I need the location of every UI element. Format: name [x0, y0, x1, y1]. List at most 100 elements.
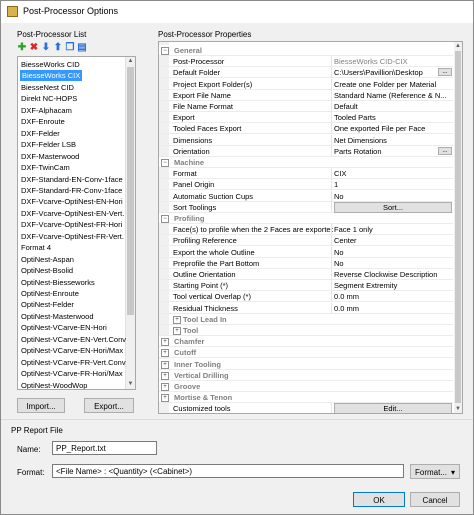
- list-item[interactable]: DXF-Masterwood: [21, 151, 79, 162]
- collapse-icon[interactable]: −: [161, 159, 169, 167]
- list-item[interactable]: Format 4: [21, 242, 51, 253]
- properties-grid[interactable]: ▲ ▼ − General Post-Processor BiesseWorks CI…: [158, 41, 463, 414]
- property-value[interactable]: 1: [334, 179, 452, 190]
- report-format-input[interactable]: <File Name> : <Quantity> (<Cabinet>): [52, 464, 404, 478]
- list-item[interactable]: OptiNest-VCarve-EN-Vert.Conv: [21, 334, 126, 345]
- list-item[interactable]: OptiNest-WoodWop: [21, 380, 87, 389]
- copy-icon[interactable]: ❐: [65, 42, 75, 53]
- add-icon[interactable]: ✚: [17, 42, 27, 53]
- property-row[interactable]: Residual Thickness 0.0 mm: [159, 302, 453, 314]
- property-row[interactable]: Sort Toolings Sort...: [159, 201, 453, 213]
- property-value[interactable]: Tooled Parts: [334, 112, 452, 123]
- move-up-icon[interactable]: ⬆: [53, 42, 63, 53]
- property-value[interactable]: CIX: [334, 168, 452, 179]
- list-item[interactable]: OptiNest-Enroute: [21, 288, 79, 299]
- import-button[interactable]: Import...: [17, 398, 65, 413]
- grid-scroll-thumb[interactable]: [455, 51, 461, 403]
- property-row[interactable]: Profiling Reference Center: [159, 235, 453, 247]
- list-item[interactable]: DXF-Standard-EN-Conv-1face: [21, 174, 123, 185]
- property-row[interactable]: Panel Origin 1: [159, 179, 453, 191]
- property-value[interactable]: Standard Name (Reference & N...: [334, 90, 452, 101]
- category-row[interactable]: + Chamfer: [159, 336, 453, 348]
- list-item[interactable]: DXF-Enroute: [21, 116, 65, 127]
- list-item[interactable]: OptiNest-Felder: [21, 299, 74, 310]
- collapse-icon[interactable]: −: [161, 47, 169, 55]
- property-value[interactable]: No: [334, 191, 452, 202]
- expand-icon[interactable]: +: [161, 360, 169, 369]
- property-row[interactable]: Tooled Faces Export One exported File per…: [159, 123, 453, 135]
- property-value[interactable]: No: [334, 247, 452, 258]
- subcategory-row[interactable]: + Tool: [159, 325, 453, 336]
- property-row[interactable]: Customized tools Edit...: [159, 403, 453, 413]
- property-row[interactable]: Format CIX: [159, 168, 453, 180]
- list-item[interactable]: DXF-Standard-FR-Conv-1face: [21, 185, 122, 196]
- edit-button[interactable]: Edit...: [334, 403, 452, 413]
- list-item[interactable]: DXF-Vcarve-OptiNest-FR-Hori: [21, 219, 122, 230]
- expand-icon[interactable]: +: [161, 338, 169, 347]
- property-value[interactable]: One exported File per Face: [334, 123, 452, 134]
- cancel-button[interactable]: Cancel: [410, 492, 460, 507]
- list-item[interactable]: BiesseWorks CIX: [20, 70, 83, 82]
- property-row[interactable]: Orientation Parts Rotation...: [159, 145, 453, 157]
- category-row[interactable]: − Profiling: [159, 213, 453, 224]
- export-button[interactable]: Export...: [84, 398, 134, 413]
- property-value[interactable]: Create one Folder per Material: [334, 79, 452, 90]
- property-row[interactable]: Export File Name Standard Name (Reference…: [159, 89, 453, 101]
- category-row[interactable]: − General: [159, 45, 453, 56]
- scroll-down-icon[interactable]: ▼: [454, 405, 462, 413]
- grid-scrollbar[interactable]: ▲ ▼: [454, 42, 462, 413]
- property-row[interactable]: Post-Processor BiesseWorks CID-CIX: [159, 56, 453, 68]
- delete-icon[interactable]: ✖: [29, 42, 39, 53]
- property-value[interactable]: 0.0 mm: [334, 291, 452, 302]
- property-row[interactable]: Face(s) to profile when the 2 Faces are …: [159, 224, 453, 236]
- list-item[interactable]: OptiNest-Aspan: [21, 254, 74, 265]
- list-item[interactable]: BiesseNest CID: [21, 82, 74, 93]
- expand-icon[interactable]: +: [161, 349, 169, 358]
- property-row[interactable]: Default Folder C:\Users\Pavillion\Desktop…: [159, 67, 453, 79]
- list-item[interactable]: BiesseWorks CID: [21, 59, 80, 70]
- property-row[interactable]: Tool vertical Overlap (*) 0.0 mm: [159, 291, 453, 303]
- scroll-up-icon[interactable]: ▲: [126, 57, 135, 66]
- property-row[interactable]: Export Tooled Parts: [159, 112, 453, 124]
- export-icon[interactable]: ▤: [77, 42, 87, 53]
- property-row[interactable]: Preprofile the Part Bottom No: [159, 257, 453, 269]
- subcategory-row[interactable]: + Tool Lead In: [159, 314, 453, 325]
- property-value[interactable]: Parts Rotation: [334, 146, 434, 157]
- list-item[interactable]: OptiNest-Bsolid: [21, 265, 73, 276]
- list-item[interactable]: DXF-Felder: [21, 128, 60, 139]
- list-scroll-thumb[interactable]: [127, 67, 134, 315]
- property-value[interactable]: Default: [334, 101, 452, 112]
- category-row[interactable]: + Mortise & Tenon: [159, 392, 453, 404]
- list-scrollbar[interactable]: ▲ ▼: [125, 57, 135, 389]
- category-row[interactable]: + Inner Tooling: [159, 358, 453, 370]
- list-item[interactable]: Direkt NC-HOPS: [21, 93, 77, 104]
- ok-button[interactable]: OK: [353, 492, 405, 507]
- category-row[interactable]: + Cutoff: [159, 347, 453, 359]
- scroll-up-icon[interactable]: ▲: [454, 42, 462, 50]
- expand-icon[interactable]: +: [161, 371, 169, 380]
- list-item[interactable]: DXF-Felder LSB: [21, 139, 76, 150]
- property-value[interactable]: Reverse Clockwise Description: [334, 269, 452, 280]
- list-item[interactable]: OptiNest-VCarve-EN-Hori/Max: [21, 345, 123, 356]
- property-value[interactable]: 0.0 mm: [334, 303, 452, 314]
- post-processor-list[interactable]: ▲ ▼ BiesseWorks CID BiesseWorks CIX Biesse…: [17, 56, 136, 390]
- list-item[interactable]: DXF-Vcarve-OptiNest-EN-Vert.: [21, 208, 124, 219]
- property-row[interactable]: Project Export Folder(s) Create one Folde…: [159, 78, 453, 90]
- list-item[interactable]: OptiNest-Biesseworks: [21, 277, 95, 288]
- report-name-input[interactable]: PP_Report.txt: [52, 441, 157, 455]
- property-value[interactable]: Net Dimensions: [334, 135, 452, 146]
- list-item[interactable]: OptiNest-VCarve-FR-Hori/Max: [21, 368, 123, 379]
- property-row[interactable]: Export the whole Outline No: [159, 246, 453, 258]
- list-item[interactable]: DXF-TwinCam: [21, 162, 70, 173]
- scroll-down-icon[interactable]: ▼: [126, 380, 135, 389]
- list-item[interactable]: OptiNest-Masterwood: [21, 311, 94, 322]
- expand-icon[interactable]: +: [161, 394, 169, 403]
- property-value[interactable]: Face 1 only: [334, 224, 452, 235]
- property-row[interactable]: File Name Format Default: [159, 101, 453, 112]
- list-item[interactable]: OptiNest-VCarve-FR-Vert.Conv: [21, 357, 126, 368]
- category-row[interactable]: − Machine: [159, 157, 453, 168]
- move-down-icon[interactable]: ⬇: [41, 42, 51, 53]
- category-row[interactable]: + Vertical Drilling: [159, 369, 453, 381]
- list-item[interactable]: DXF-Vcarve-OptiNest-FR-Vert.: [21, 231, 124, 242]
- collapse-icon[interactable]: −: [161, 215, 169, 223]
